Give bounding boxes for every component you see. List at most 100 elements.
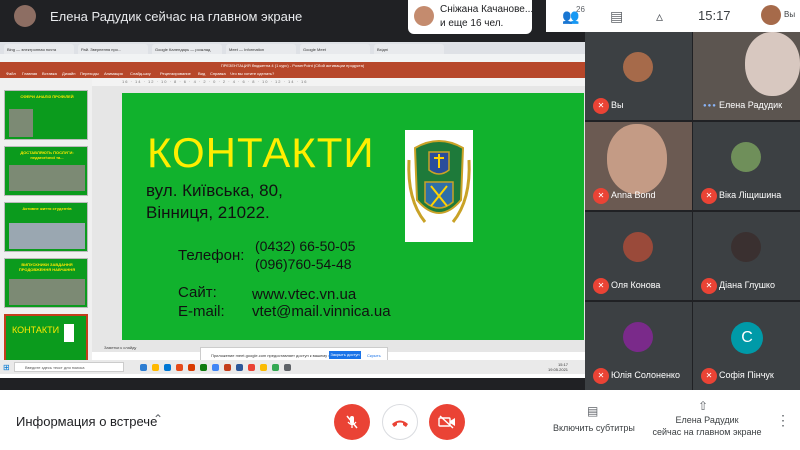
mic-off-icon: ✕ <box>701 278 717 294</box>
slide-thumbnail[interactable]: СФЕРИ АНАЛІЗ ПРОФІЛЕЙ <box>4 90 88 140</box>
stop-sharing-button[interactable]: Закрыть доступ <box>329 351 361 359</box>
people-count: 26 <box>576 5 585 14</box>
mic-off-icon: ✕ <box>701 368 717 384</box>
activities-icon[interactable]: ▵ <box>656 8 663 25</box>
ribbon-tab[interactable]: Анимация <box>104 71 123 76</box>
participant-tile[interactable]: ✕ Вы <box>585 32 692 120</box>
shared-screen: Bing — электронная почта Рай. Звернення … <box>0 42 585 378</box>
ribbon-tab[interactable]: Рецензирование <box>160 71 191 76</box>
mail-icon[interactable] <box>164 364 171 371</box>
top-bar: Елена Радудик сейчас на главном экране С… <box>0 0 800 34</box>
mic-toggle-button[interactable] <box>334 404 370 440</box>
participant-avatar <box>731 232 761 262</box>
slide-site-value: www.vtec.vn.ua <box>252 286 357 303</box>
browser-tab[interactable]: Google Meet <box>300 44 370 54</box>
thumbnail-image <box>9 223 85 249</box>
explorer-icon[interactable] <box>152 364 159 371</box>
slide-thumbnail[interactable]: Активне життя студентів <box>4 202 88 252</box>
mic-off-icon: ✕ <box>701 188 717 204</box>
ribbon-tab[interactable]: Файл <box>6 71 16 76</box>
browser-tab[interactable]: Meet — Information <box>226 44 296 54</box>
participant-tile[interactable]: ✕ Anna Bond <box>585 122 692 210</box>
participant-tile-speaking[interactable]: ●●● Елена Радудик <box>693 32 800 120</box>
presenter-line1[interactable]: Елена Радудик <box>652 415 762 425</box>
join-notification[interactable]: Сніжана Качанове... и еще 16 чел. <box>408 0 533 34</box>
chrome-icon[interactable] <box>212 364 219 371</box>
slide-phone1: (0432) 66-50-05 <box>255 238 356 254</box>
participant-name: Юлія Солоненко <box>611 370 680 380</box>
participant-avatar <box>623 52 653 82</box>
video-feed <box>607 124 667 194</box>
participant-name: Діана Глушко <box>719 280 775 290</box>
ribbon-tab[interactable]: Главная <box>22 71 37 76</box>
slide-email-label: E-mail: <box>178 303 225 320</box>
notification-more: и еще 16 чел. <box>440 18 504 29</box>
ribbon-tab[interactable]: Вставка <box>42 71 57 76</box>
ribbon-tab[interactable]: Вид <box>198 71 205 76</box>
slide-title: КОНТАКТИ <box>147 129 375 176</box>
address-bar[interactable] <box>0 54 585 62</box>
clock: 15:17 <box>698 8 731 23</box>
ribbon-tab[interactable]: Слайд-шоу <box>130 71 151 76</box>
ribbon-search[interactable]: Что вы хотите сделать? <box>230 71 274 76</box>
ribbon-tab[interactable]: Дизайн <box>62 71 75 76</box>
current-slide: КОНТАКТИ вул. Київська, 80, Вінниця, 210… <box>122 93 584 340</box>
present-icon[interactable]: ⇧ <box>698 399 708 413</box>
slide-thumbnail-active[interactable]: КОНТАКТИ <box>4 314 88 364</box>
app-icon[interactable] <box>176 364 183 371</box>
taskbar-date: 19.05.2021 <box>548 367 569 372</box>
powerpoint-icon[interactable] <box>224 364 231 371</box>
ribbon-tab[interactable]: Справка <box>210 71 226 76</box>
browser-tab[interactable]: Вхідні <box>374 44 444 54</box>
captions-label[interactable]: Включить субтитры <box>553 423 635 433</box>
browser-tab[interactable]: Google Календарь — розклад <box>152 44 222 54</box>
slide-thumbnail[interactable]: ДОСТАВЛЯЮТЬ ПОСЛУГИ: педагогічної та... <box>4 146 88 196</box>
thumbnail-text: ДОСТАВЛЯЮТЬ ПОСЛУГИ: педагогічної та... <box>20 150 74 160</box>
participant-name: Елена Радудик <box>719 100 783 110</box>
presenter-avatar <box>14 5 36 27</box>
mic-off-icon <box>346 415 358 429</box>
notification-avatar <box>414 6 434 26</box>
thumbnail-image <box>9 109 33 137</box>
participant-tile[interactable]: ✕ Віка Ліщишина <box>693 122 800 210</box>
presenter-line2[interactable]: сейчас на главном экране <box>642 427 772 437</box>
slide-thumbnail[interactable]: ВИПУСКНИКИ ЗАВДАННЯ ПРОДОВЖЕННЯ НАВЧАННЯ <box>4 258 88 308</box>
app-icon[interactable] <box>272 364 279 371</box>
camera-toggle-button[interactable] <box>429 404 465 440</box>
leave-call-button[interactable] <box>382 404 418 440</box>
windows-start-icon[interactable]: ⊞ <box>3 363 10 372</box>
mic-off-icon: ✕ <box>593 368 609 384</box>
edge-icon[interactable] <box>140 364 147 371</box>
participant-tile[interactable]: ✕ Оля Конова <box>585 212 692 300</box>
participant-tile[interactable]: ✕ Діана Глушко <box>693 212 800 300</box>
browser-tab-strip: Bing — электронная почта Рай. Звернення … <box>0 42 585 54</box>
participant-name: Anna Bond <box>611 190 656 200</box>
more-options-icon[interactable]: ⋮ <box>776 412 790 429</box>
participant-initial-avatar: C <box>731 322 763 354</box>
bottom-control-bar: Информация о встрече ⌃ ▤ Включить субтит… <box>0 390 800 450</box>
powerpoint-icon[interactable] <box>188 364 195 371</box>
thumbnail-image <box>9 279 85 305</box>
participant-tile[interactable]: C ✕ Софія Пінчук <box>693 302 800 390</box>
hide-toast-button[interactable]: Скрыть <box>367 353 381 358</box>
browser-tab[interactable]: Bing — электронная почта <box>4 44 74 54</box>
chat-icon[interactable]: ▤ <box>610 8 623 25</box>
meeting-info-button[interactable]: Информация о встрече <box>16 414 157 429</box>
participant-name: Вы <box>611 100 624 110</box>
slide-email-value: vtet@mail.vinnica.ua <box>252 303 391 320</box>
taskbar-search[interactable]: Введите здесь текст для поиска <box>14 362 124 372</box>
mic-off-icon: ✕ <box>593 98 609 114</box>
browser-tab[interactable]: Рай. Звернення про... <box>78 44 148 54</box>
thumbnail-emblem <box>64 324 74 342</box>
slide-thumbnails: СФЕРИ АНАЛІЗ ПРОФІЛЕЙ ДОСТАВЛЯЮТЬ ПОСЛУГ… <box>0 78 92 364</box>
app-icon[interactable] <box>260 364 267 371</box>
app-icon[interactable] <box>284 364 291 371</box>
ribbon-tab[interactable]: Переходы <box>80 71 99 76</box>
app-icon[interactable] <box>248 364 255 371</box>
captions-icon[interactable]: ▤ <box>587 404 598 418</box>
word-icon[interactable] <box>236 364 243 371</box>
chevron-up-icon[interactable]: ⌃ <box>153 412 163 426</box>
self-avatar[interactable] <box>761 5 781 25</box>
participant-tile[interactable]: ✕ Юлія Солоненко <box>585 302 692 390</box>
app-icon[interactable] <box>200 364 207 371</box>
